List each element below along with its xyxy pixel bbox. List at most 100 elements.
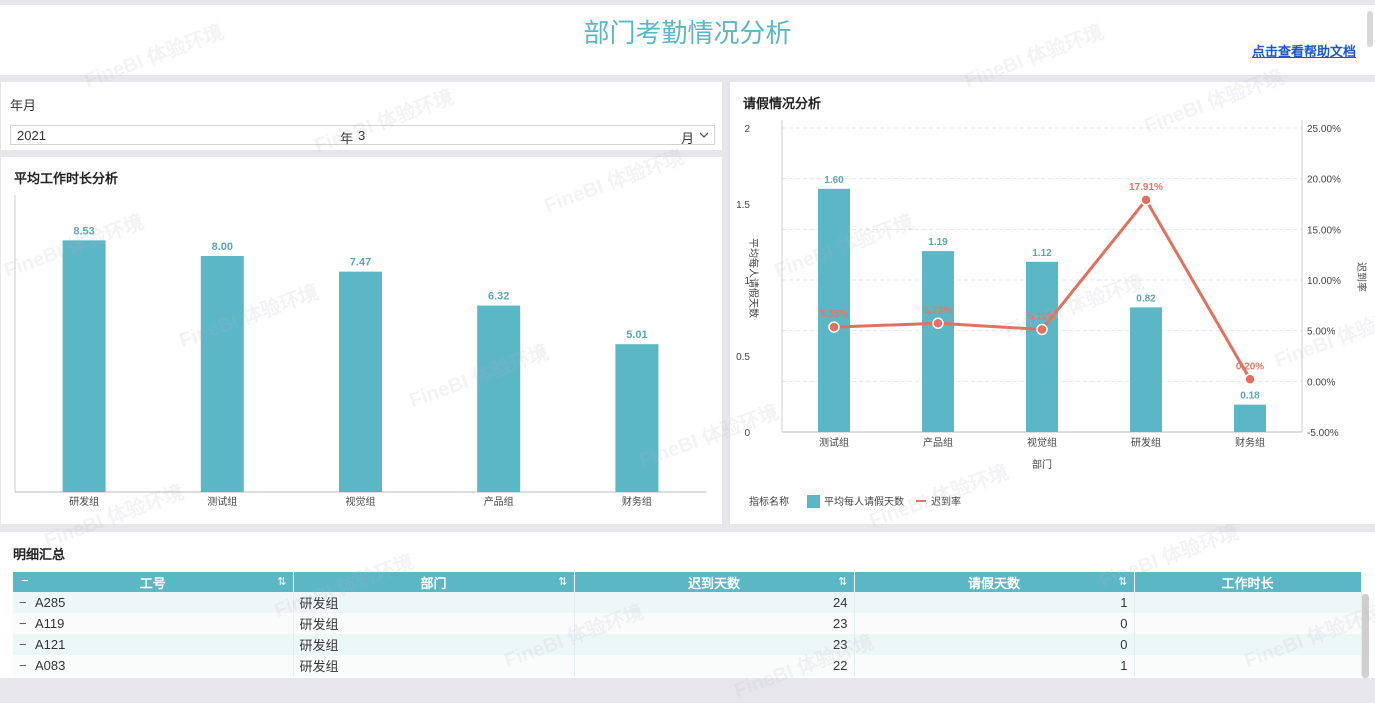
line-data-label: 5.35% xyxy=(820,309,848,320)
legend-title: 指标名称 xyxy=(749,495,789,508)
bar[interactable] xyxy=(477,305,521,492)
work-hours-chart: 8.53 研发组 8.00 测试组 7.47 视觉组 6.32 产品组 5.01 财务组 xyxy=(14,195,706,508)
x-tick-label: 产品组 xyxy=(923,436,953,449)
collapse-icon[interactable]: − xyxy=(19,658,35,673)
bar-data-label: 1.12 xyxy=(1032,248,1052,259)
bar[interactable] xyxy=(1130,307,1162,432)
data-label: 8.53 xyxy=(73,225,94,237)
leave-chart-panel: 请假情况分析 2 1.5 1 0.5 0 25.00% 20.00% 15.00% 10.00%… xyxy=(730,82,1375,524)
data-label: 6.32 xyxy=(488,291,509,303)
title-scrollbar[interactable] xyxy=(1367,11,1373,47)
y2-tick-label: 0.00% xyxy=(1307,377,1335,388)
column-header-department[interactable]: 部门 ⇅ xyxy=(293,572,575,592)
table-cell: 研发组 xyxy=(293,613,575,634)
work-hours-chart-panel: 平均工作时长分析 8.53 研发组 8.00 测试组 7.47 视觉组 6.32 产品组 5.0… xyxy=(1,157,722,524)
bar-data-label: 0.82 xyxy=(1136,293,1156,304)
y2-axis-title: 迟到率 xyxy=(1355,262,1368,292)
table-cell: 23 xyxy=(574,634,855,655)
y-tick-label: 0 xyxy=(744,428,750,439)
line-data-label: 0.20% xyxy=(1236,361,1264,372)
line-point[interactable] xyxy=(828,321,840,333)
y-tick-label: 0.5 xyxy=(736,352,750,363)
line-point[interactable] xyxy=(1036,323,1048,336)
bar[interactable] xyxy=(1234,404,1266,432)
table-cell xyxy=(1134,634,1362,655)
collapse-icon[interactable]: − xyxy=(19,616,35,631)
table-cell: 23 xyxy=(574,613,855,634)
legend-item[interactable]: 平均每人请假天数 xyxy=(824,495,904,508)
column-header-id[interactable]: − 工号 ⇅ xyxy=(13,572,294,592)
data-label: 8.00 xyxy=(212,241,233,253)
month-suffix: 月 xyxy=(681,131,695,146)
column-header-late-days[interactable]: 迟到天数 ⇅ xyxy=(574,572,855,592)
y-axis-title: 平均每人请假天数 xyxy=(747,238,760,318)
table-cell: − A119 xyxy=(13,613,294,634)
page-title: 部门考勤情况分析 xyxy=(583,18,792,48)
table-scrollbar[interactable] xyxy=(1362,594,1369,678)
line-point[interactable] xyxy=(932,317,944,330)
table-cell: 24 xyxy=(574,592,855,613)
legend-swatch[interactable] xyxy=(807,495,820,508)
bar[interactable] xyxy=(615,344,659,492)
legend-item[interactable]: 迟到率 xyxy=(931,495,961,508)
bar[interactable] xyxy=(339,271,382,492)
help-link[interactable]: 点击查看帮助文档 xyxy=(1252,41,1356,60)
year-month-select[interactable]: 2021 年 3 月 xyxy=(10,125,715,146)
collapse-icon[interactable]: − xyxy=(21,573,29,588)
detail-table: − 工号 ⇅ 部门 ⇅ 迟到天数 ⇅ 请假天数 ⇅ 工作时长 − A285 研发组 24 1− A1… xyxy=(13,572,1362,676)
detail-table-title: 明细汇总 xyxy=(13,547,66,562)
line-point[interactable] xyxy=(1140,194,1152,206)
bar[interactable] xyxy=(200,256,244,492)
x-tick-label: 研发组 xyxy=(69,495,99,508)
sort-icon[interactable]: ⇅ xyxy=(277,575,286,588)
table-row[interactable]: − A119 研发组 23 0 xyxy=(13,613,1362,634)
table-cell: 0 xyxy=(854,634,1135,655)
table-row[interactable]: − A121 研发组 23 0 xyxy=(13,634,1362,655)
line-data-label: 17.91% xyxy=(1129,182,1163,193)
x-tick-label: 研发组 xyxy=(1131,436,1161,449)
y2-tick-label: 15.00% xyxy=(1307,225,1341,236)
column-header-leave-days[interactable]: 请假天数 ⇅ xyxy=(854,572,1135,592)
y-tick-label: 2 xyxy=(744,124,750,135)
date-filter-label: 年月 xyxy=(10,98,37,113)
table-cell: 1 xyxy=(854,655,1135,676)
line-point[interactable] xyxy=(1244,373,1256,386)
table-cell xyxy=(1134,613,1362,634)
chevron-down-icon[interactable] xyxy=(699,131,709,139)
month-value: 3 xyxy=(358,128,366,143)
collapse-icon[interactable]: − xyxy=(19,637,35,652)
table-cell: 研发组 xyxy=(293,634,575,655)
date-filter-panel: 年月 2021 年 3 月 xyxy=(1,82,722,150)
table-cell xyxy=(1134,592,1362,613)
table-cell: 22 xyxy=(574,655,855,676)
x-tick-label: 视觉组 xyxy=(1027,436,1057,449)
bar-data-label: 1.60 xyxy=(824,175,844,186)
table-cell: 研发组 xyxy=(293,592,575,613)
table-row[interactable]: − A083 研发组 22 1 xyxy=(13,655,1362,676)
bar[interactable] xyxy=(1026,261,1058,432)
x-tick-label: 财务组 xyxy=(622,495,652,508)
line-data-label: 5.12% xyxy=(1028,311,1056,322)
bar[interactable] xyxy=(922,251,954,432)
bar[interactable] xyxy=(62,240,106,492)
x-tick-label: 产品组 xyxy=(484,495,514,508)
sort-icon[interactable]: ⇅ xyxy=(1118,575,1127,588)
sort-icon[interactable]: ⇅ xyxy=(838,575,847,588)
line-data-label: 5.73% xyxy=(924,305,952,316)
x-tick-label: 测试组 xyxy=(207,495,237,508)
x-tick-label: 财务组 xyxy=(1235,436,1265,449)
table-cell: 1 xyxy=(854,592,1135,613)
year-value: 2021 xyxy=(17,128,46,143)
title-panel: 部门考勤情况分析 点击查看帮助文档 xyxy=(0,5,1375,75)
detail-table-panel: 明细汇总 − 工号 ⇅ 部门 ⇅ 迟到天数 ⇅ 请假天数 ⇅ 工作时长 − A285 研发组 2… xyxy=(0,532,1375,678)
y2-tick-label: 20.00% xyxy=(1307,175,1341,186)
sort-icon[interactable]: ⇅ xyxy=(558,575,567,588)
table-cell xyxy=(1134,655,1362,676)
table-cell: − A121 xyxy=(13,634,294,655)
y2-tick-label: 10.00% xyxy=(1307,276,1341,287)
table-cell: 0 xyxy=(854,613,1135,634)
collapse-icon[interactable]: − xyxy=(19,595,35,610)
data-label: 5.01 xyxy=(626,329,647,341)
column-header-work-hours[interactable]: 工作时长 xyxy=(1134,572,1362,592)
table-row[interactable]: − A285 研发组 24 1 xyxy=(13,592,1362,613)
